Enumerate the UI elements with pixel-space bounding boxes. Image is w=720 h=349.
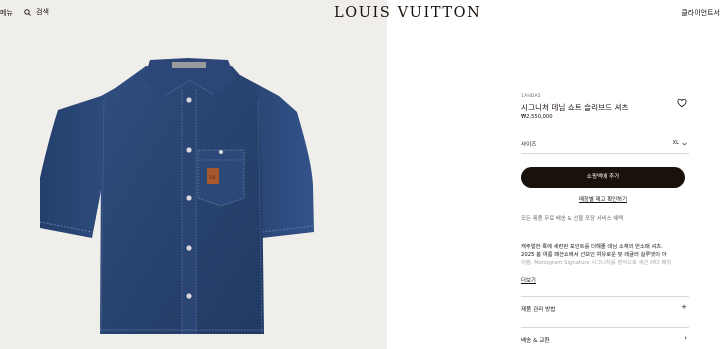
search-label: 검색 (36, 8, 49, 16)
accordion-care[interactable]: 제품 관리 방법 + (521, 296, 689, 318)
product-info-panel: 1AHDA5 시그니처 데님 쇼트 슬리브드 셔츠 ₩2,550,000 사이즈… (521, 0, 689, 349)
size-selector[interactable]: 사이즈 XL (521, 134, 689, 154)
product-price: ₩2,550,000 (521, 114, 553, 120)
heart-icon (677, 98, 687, 108)
site-header: 메뉴 검색 LOUIS VUITTON 클라이언트서 (0, 0, 720, 30)
store-availability-link[interactable]: 매장별 재고 확인하기 (521, 195, 685, 203)
contact-button[interactable]: 클라이언트서 (681, 8, 720, 18)
product-image-panel: LV (0, 0, 387, 349)
brand-logo[interactable]: LOUIS VUITTON (334, 5, 481, 21)
service-note: 모든 제품 무료 배송 & 선물 포장 서비스 혜택 (521, 216, 624, 222)
size-value: XL (672, 140, 679, 146)
chevron-down-icon (682, 142, 687, 146)
menu-label: 메뉴 (0, 9, 13, 17)
read-more-link[interactable]: 더보기 (521, 276, 536, 284)
chevron-right-icon: › (684, 334, 687, 342)
svg-text:LV: LV (210, 175, 217, 181)
product-description: 캐주얼한 룩에 세련된 포인트를 더해줄 데님 소재의 반소매 셔츠. 2025… (521, 243, 687, 268)
denim-shirt-image: LV (39, 58, 315, 335)
description-line: 이템. Monogram Signature 시그니처를 장식으로 새긴 레더 … (521, 260, 672, 267)
size-label: 사이즈 (521, 142, 537, 148)
plus-icon: + (681, 303, 687, 311)
search-button[interactable]: 검색 (24, 7, 49, 17)
accordion-label: 배송 & 교환 (521, 338, 550, 344)
search-icon (24, 8, 31, 16)
description-line: 2025 봄 여름 패션쇼에서 선보인 여유로운 핏 레귤러 실루엣의 아 (521, 252, 667, 259)
wishlist-button[interactable] (677, 93, 687, 108)
product-name: 시그니처 데님 쇼트 슬리브드 셔츠 (521, 103, 629, 112)
add-to-bag-button[interactable]: 쇼핑백에 추가 (521, 167, 685, 188)
description-line: 캐주얼한 룩에 세련된 포인트를 더해줄 데님 소재의 반소매 셔츠. (521, 244, 663, 250)
product-sku: 1AHDA5 (521, 94, 541, 99)
menu-button[interactable]: 메뉴 (0, 8, 13, 18)
accordion-label: 제품 관리 방법 (521, 307, 556, 313)
accordion-delivery[interactable]: 배송 & 교환 › (521, 327, 689, 349)
